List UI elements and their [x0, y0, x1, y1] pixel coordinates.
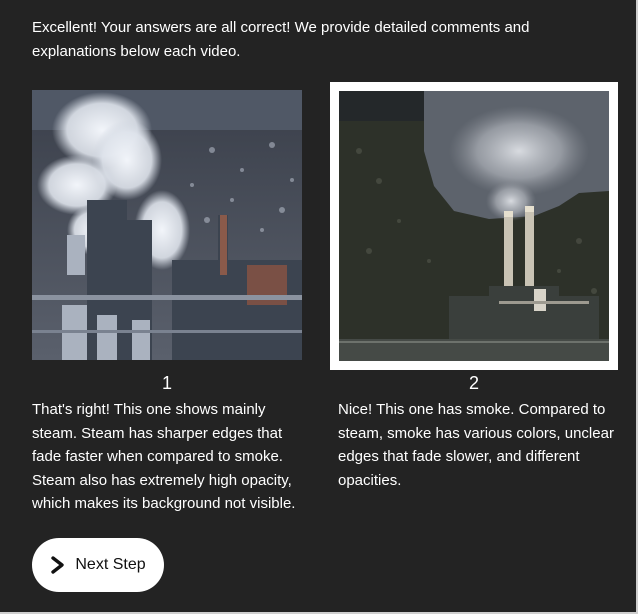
next-step-label: Next Step	[75, 556, 146, 573]
video-number-1: 1	[161, 373, 172, 393]
video-thumbnail-2[interactable]	[330, 82, 618, 370]
result-message: Excellent! Your answers are all correct!…	[32, 19, 530, 60]
video-thumbnail-1[interactable]	[32, 90, 302, 360]
chevron-right-icon	[51, 556, 65, 574]
video-number-2: 2	[468, 373, 479, 393]
smoke-scene-image	[339, 91, 609, 361]
results-panel: Excellent! Your answers are all correct!…	[0, 0, 638, 614]
video-comment-2: Nice! This one has smoke. Compared to st…	[338, 401, 614, 489]
steam-scene-image	[32, 90, 302, 360]
next-step-button[interactable]: Next Step	[32, 538, 164, 592]
video-comment-1: That's right! This one shows mainly stea…	[32, 401, 296, 512]
